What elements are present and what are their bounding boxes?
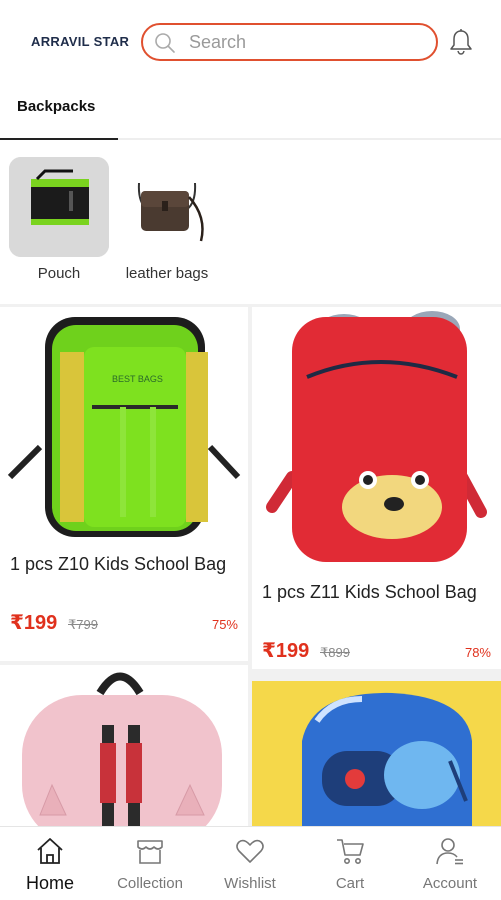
tab-backpacks[interactable]: Backpacks [0, 84, 118, 140]
app-header: ARRAVIL STAR [0, 0, 501, 84]
bell-icon[interactable] [448, 28, 474, 56]
brand-logo[interactable]: ARRAVIL STAR [31, 34, 129, 49]
search-bar[interactable] [141, 23, 438, 61]
cart-icon [337, 839, 364, 864]
product-image [252, 307, 501, 569]
subcategory-label: Pouch [37, 265, 81, 282]
home-icon [37, 838, 63, 864]
product-grid: BEST BAGS 1 pcs Z10 Kids School Bag ₹199… [0, 307, 501, 826]
store-icon [137, 840, 163, 864]
account-icon [436, 838, 463, 865]
search-icon [155, 33, 175, 53]
pouch-thumbnail [9, 157, 109, 257]
search-input[interactable] [189, 30, 419, 54]
svg-text:BEST BAGS: BEST BAGS [112, 374, 163, 384]
bottom-nav: Home Collection Wishlist Cart Account [0, 826, 501, 900]
nav-account[interactable]: Account [400, 827, 500, 900]
product-card[interactable]: 1 pcs Z11 Kids School Bag ₹199 ₹899 78% [252, 307, 501, 669]
product-mrp: ₹899 [320, 645, 350, 660]
nav-collection[interactable]: Collection [100, 827, 200, 900]
product-image: BEST BAGS [0, 307, 248, 542]
product-name: 1 pcs Z11 Kids School Bag [262, 582, 477, 602]
subcategory-leather-bags[interactable]: leather bags [112, 157, 222, 282]
subcategory-label: leather bags [125, 265, 209, 282]
category-tabs: Backpacks [0, 84, 501, 140]
nav-label: Account [422, 875, 478, 892]
product-mrp: ₹799 [68, 617, 98, 632]
nav-home[interactable]: Home [0, 827, 100, 900]
nav-label: Collection [117, 875, 183, 892]
nav-wishlist[interactable]: Wishlist [200, 827, 300, 900]
product-price: ₹199 [262, 640, 310, 662]
product-image [0, 665, 248, 826]
product-discount: 75% [211, 617, 238, 632]
subcategory-row: Pouch leather bags [0, 142, 501, 304]
product-price: ₹199 [10, 612, 58, 634]
leather-bag-thumbnail [117, 157, 217, 257]
product-name: 1 pcs Z10 Kids School Bag [10, 554, 227, 574]
tab-label: Backpacks [17, 98, 96, 115]
product-card[interactable]: BEST BAGS 1 pcs Z10 Kids School Bag ₹199… [0, 307, 248, 661]
subcategory-pouch[interactable]: Pouch [4, 157, 114, 282]
product-card[interactable] [252, 681, 501, 826]
nav-label: Cart [335, 875, 365, 892]
nav-label: Wishlist [224, 875, 276, 892]
product-discount: 78% [464, 645, 491, 660]
product-image [252, 681, 501, 826]
nav-cart[interactable]: Cart [300, 827, 400, 900]
heart-icon [236, 839, 264, 863]
product-card[interactable] [0, 665, 248, 826]
nav-label: Home [25, 873, 74, 893]
